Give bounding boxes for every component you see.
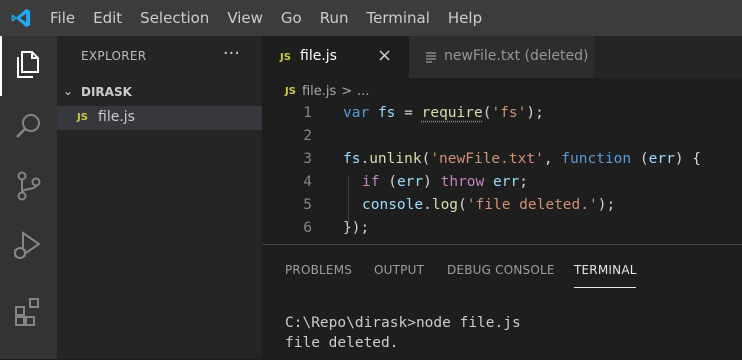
code-editor[interactable]: 1 var fs = require('fs'); 2 3 fs.unlink(…: [262, 102, 742, 244]
explorer-sidebar: EXPLORER ··· ⌄ DIRASK JS file.js: [57, 36, 262, 359]
line-number: 2: [262, 128, 312, 144]
tab-debug-console[interactable]: DEBUG CONSOLE: [447, 263, 555, 277]
tab-label: file.js: [300, 48, 337, 64]
more-actions-icon[interactable]: ···: [223, 43, 240, 64]
menu-view[interactable]: View: [218, 9, 272, 27]
js-file-icon: JS: [77, 112, 88, 123]
tab-terminal[interactable]: TERMINAL: [574, 263, 637, 277]
activity-explorer[interactable]: [0, 36, 57, 96]
vscode-logo-icon[interactable]: [10, 7, 32, 29]
tab-problems[interactable]: PROBLEMS: [285, 263, 352, 277]
code-text: });: [343, 220, 369, 236]
code-line: 1 var fs = require('fs');: [262, 102, 742, 125]
code-text: fs.unlink('newFile.txt', function (err) …: [343, 151, 701, 167]
menu-bar: File Edit Selection View Go Run Terminal…: [41, 0, 491, 36]
breadcrumb-file[interactable]: file.js: [302, 84, 336, 99]
tab-newfile-txt[interactable]: newFile.txt (deleted): [409, 36, 594, 78]
line-number: 4: [262, 174, 312, 190]
tab-output[interactable]: OUTPUT: [374, 263, 424, 277]
close-icon[interactable]: ×: [377, 45, 392, 66]
editor-tab-bar: JS file.js × newFile.txt (deleted): [262, 36, 742, 78]
code-line: 3 fs.unlink('newFile.txt', function (err…: [262, 148, 742, 171]
code-text: var fs = require('fs');: [343, 105, 544, 121]
menu-edit[interactable]: Edit: [84, 9, 131, 27]
explorer-icon: [14, 49, 44, 79]
folder-name: DIRASK: [81, 85, 132, 99]
menu-file[interactable]: File: [41, 9, 84, 27]
bottom-panel: PROBLEMS OUTPUT DEBUG CONSOLE TERMINAL C…: [262, 244, 742, 360]
breadcrumb-separator: >: [341, 84, 352, 99]
title-bar: File Edit Selection View Go Run Terminal…: [0, 0, 742, 36]
file-item-file-js[interactable]: JS file.js: [57, 106, 262, 130]
chevron-down-icon: ⌄: [63, 84, 73, 98]
terminal-line: C:\Repo\dirask>node file.js: [285, 313, 521, 333]
line-number: 6: [262, 220, 312, 236]
menu-run[interactable]: Run: [311, 9, 358, 27]
terminal-output[interactable]: C:\Repo\dirask>node file.js file deleted.: [285, 313, 521, 353]
menu-selection[interactable]: Selection: [131, 9, 218, 27]
extensions-icon: [13, 296, 45, 328]
activity-search[interactable]: [0, 96, 57, 156]
search-icon: [14, 111, 44, 141]
activity-run-debug[interactable]: [0, 216, 57, 276]
folder-dirask[interactable]: ⌄ DIRASK: [57, 82, 262, 104]
code-line: 5 console.log('file deleted.');: [262, 194, 742, 217]
code-line: 4 if (err) throw err;: [262, 171, 742, 194]
source-control-icon: [14, 170, 44, 202]
text-file-icon: [425, 51, 437, 63]
file-name: file.js: [98, 109, 135, 125]
menu-go[interactable]: Go: [272, 9, 311, 27]
code-line: 6 });: [262, 217, 742, 240]
active-tab-indicator: [574, 287, 636, 288]
activity-extensions[interactable]: [0, 276, 57, 336]
code-line: 2: [262, 125, 742, 148]
js-file-icon: JS: [285, 86, 296, 97]
menu-terminal[interactable]: Terminal: [358, 9, 439, 27]
breadcrumb-symbols[interactable]: ...: [357, 84, 369, 99]
activity-source-control[interactable]: [0, 156, 57, 216]
tab-file-js[interactable]: JS file.js ×: [262, 36, 409, 78]
tab-label: newFile.txt (deleted): [444, 48, 588, 64]
js-file-icon: JS: [280, 52, 291, 63]
run-debug-icon: [11, 230, 43, 262]
explorer-title: EXPLORER: [81, 49, 146, 63]
code-text: console.log('file deleted.');: [362, 197, 615, 213]
menu-help[interactable]: Help: [439, 9, 491, 27]
code-text: if (err) throw err;: [362, 174, 528, 190]
line-number: 5: [262, 197, 312, 213]
line-number: 3: [262, 151, 312, 167]
terminal-line: file deleted.: [285, 333, 521, 353]
line-number: 1: [262, 105, 312, 121]
breadcrumb: JS file.js > ...: [285, 80, 370, 102]
activity-bar: [0, 36, 57, 359]
